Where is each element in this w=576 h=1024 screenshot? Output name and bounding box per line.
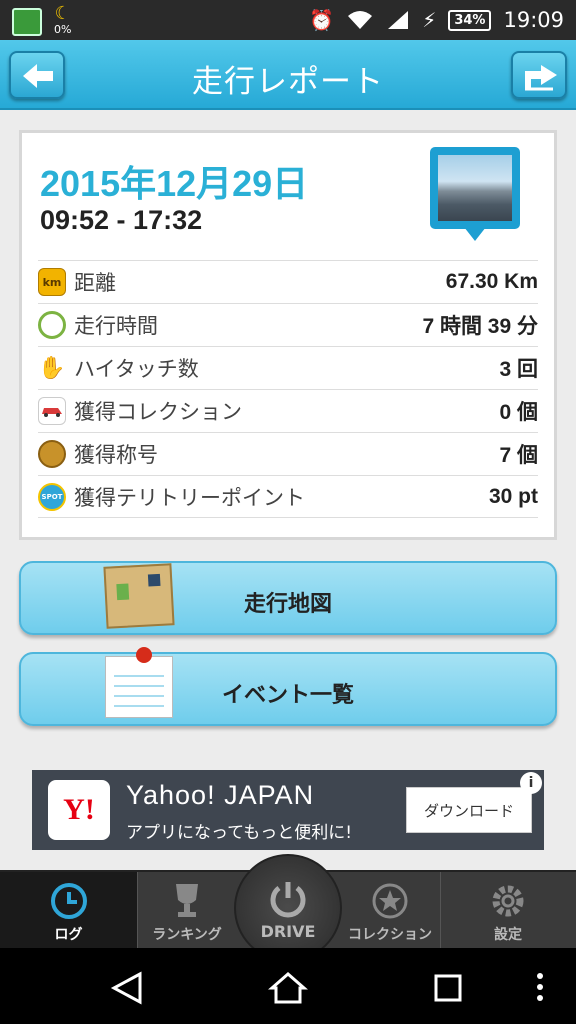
stat-value: 67.30 Km [445,270,538,293]
status-bar: ☾ 0% ⏰ ⚡ 34% 19:09 [0,0,576,40]
spot-icon: SPOT [38,482,66,511]
power-icon [270,882,306,918]
stat-value: 3 回 [499,358,538,381]
trophy-icon [176,884,198,917]
app-header: 走行レポート [0,40,576,110]
clock-time: 19:09 [503,8,564,32]
report-date: 2015年12月29日 [40,163,309,204]
nav-back-icon[interactable] [108,970,148,1006]
overflow-menu-icon[interactable] [528,970,552,1006]
event-list-button[interactable]: イベント一覧 [19,647,557,726]
km-icon: km [38,268,66,296]
charging-icon: ⚡ [422,8,437,32]
medal-icon [38,440,66,468]
pushpin-icon [136,647,152,663]
moon-percent: 0% [54,23,72,36]
stat-value: 7 時間 39 分 [422,315,538,338]
stat-value: 30 pt [488,484,538,508]
tab-log[interactable]: ログ [0,872,137,950]
share-button[interactable] [511,51,567,99]
stat-row-collection: 獲得コレクション 0 個 [38,389,538,432]
wifi-icon [348,11,373,29]
car-icon [38,397,66,425]
stat-label: 獲得称号 [74,443,158,467]
report-card: 2015年12月29日 09:52 - 17:32 km 距離 67.30 Km… [19,130,557,540]
stat-row-distance: km 距離 67.30 Km [38,260,538,303]
nikon-app-icon [12,8,42,36]
stat-value: 7 個 [499,444,538,467]
stat-label: 走行時間 [74,314,158,338]
tab-settings[interactable]: 設定 [440,872,576,950]
photo-frame [430,147,520,229]
tab-label: ログ [54,927,83,943]
ad-subtitle: アプリになってもっと便利に! [126,823,353,843]
stat-row-high-touch: ✋ ハイタッチ数 3 回 [38,346,538,389]
moon-icon: ☾ 0% [54,3,72,37]
ride-map-button[interactable]: 走行地図 [19,561,557,635]
stat-row-ride-time: 走行時間 7 時間 39 分 [38,303,538,346]
clock-icon [50,883,87,919]
battery-indicator: 34% [448,9,492,31]
system-nav-bar [0,948,576,1024]
tab-label: コレクション [348,927,432,943]
gear-icon [492,885,524,917]
yahoo-logo: Y! [48,780,110,840]
tab-collection[interactable]: コレクション [340,872,440,950]
ride-photo [438,155,512,221]
stat-value: 0 個 [499,401,538,424]
report-time-range: 09:52 - 17:32 [40,205,203,235]
pin-tail [464,227,486,241]
drive-button[interactable]: DRIVE [234,854,342,962]
stat-row-titles: 獲得称号 7 個 [38,432,538,475]
stats-list: km 距離 67.30 Km 走行時間 7 時間 39 分 ✋ ハイタッチ数 3… [38,260,538,518]
hand-icon: ✋ [38,355,66,381]
share-icon [525,65,557,91]
drive-label: DRIVE [260,922,316,941]
ad-download-button[interactable]: ダウンロード [406,787,532,833]
ride-map-label: 走行地図 [243,592,332,617]
ad-banner[interactable]: Y! Yahoo! JAPAN アプリになってもっと便利に! ダウンロード i [32,770,544,850]
tab-label: ランキング [152,927,222,943]
stat-label: 距離 [74,271,116,295]
event-list-label: イベント一覧 [221,683,354,708]
clock-icon [38,311,66,339]
stat-label: 獲得コレクション [74,400,242,424]
star-icon [372,883,408,919]
nav-recents-icon[interactable] [428,970,468,1006]
tab-ranking[interactable]: ランキング [137,872,237,950]
stat-label: 獲得テリトリーポイント [74,485,305,510]
stat-row-territory: SPOT 獲得テリトリーポイント 30 pt [38,475,538,518]
tab-label: 設定 [494,927,522,943]
ad-title: Yahoo! JAPAN [126,780,315,810]
alarm-icon: ⏰ [309,8,335,32]
page-title: 走行レポート [192,64,384,100]
stat-label: ハイタッチ数 [74,357,199,381]
signal-icon [388,11,409,29]
nav-home-icon[interactable] [268,970,308,1006]
photo-pin[interactable] [430,147,520,251]
info-icon[interactable]: i [520,772,542,794]
